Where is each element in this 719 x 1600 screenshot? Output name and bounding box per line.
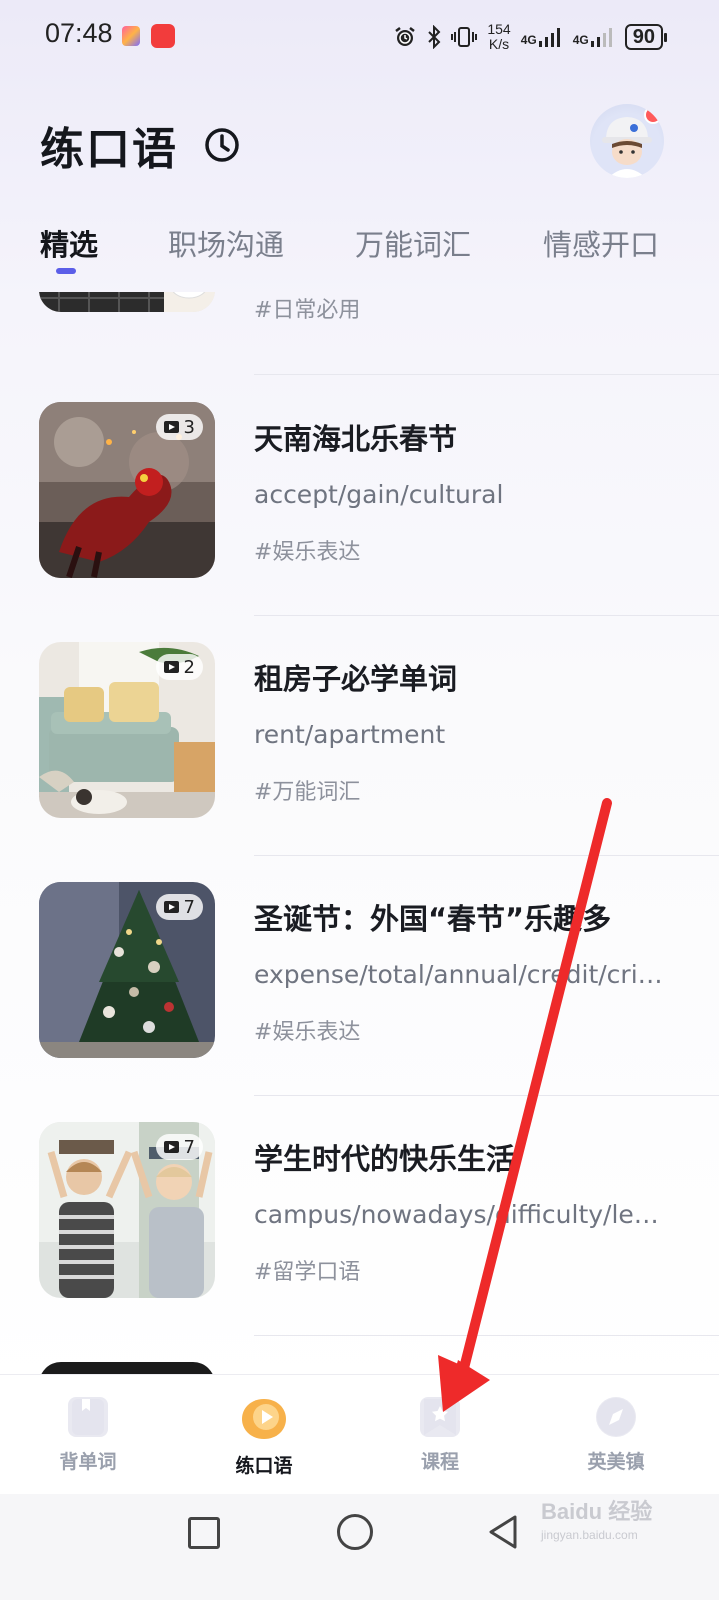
active-tab-indicator bbox=[56, 268, 76, 274]
play-bubble-icon bbox=[240, 1397, 288, 1441]
net-speed: 154 K/s bbox=[487, 21, 511, 52]
lesson-tag: #娱乐表达 bbox=[254, 1020, 361, 1045]
video-count-badge: 7 bbox=[155, 1134, 203, 1160]
list-item[interactable]: 2 租房子必学单词 rent/apartment #万能词汇 bbox=[0, 642, 719, 882]
vibrate-icon bbox=[451, 27, 478, 47]
lesson-keywords: expense/total/annual/credit/cri… bbox=[254, 960, 663, 989]
status-time: 07:48 bbox=[45, 18, 113, 48]
video-icon bbox=[163, 1141, 179, 1153]
recents-button[interactable] bbox=[188, 1517, 220, 1549]
lesson-list: #日常必用 3 天南海北乐春节 accept/gain/cultural #娱乐… bbox=[0, 292, 719, 1374]
alarm-icon bbox=[395, 27, 416, 46]
video-icon bbox=[163, 901, 179, 913]
video-icon bbox=[163, 421, 179, 433]
divider bbox=[254, 1095, 719, 1096]
lesson-keywords: rent/apartment bbox=[254, 720, 446, 749]
list-item[interactable]: 7 学生时代的快乐生活 campus/nowadays/difficulty/l… bbox=[0, 1122, 719, 1362]
lesson-title: 学生时代的快乐生活 bbox=[254, 1142, 516, 1176]
lesson-thumbnail[interactable] bbox=[39, 1362, 215, 1374]
star-bookmark-icon bbox=[420, 1397, 460, 1437]
video-count-badge: 7 bbox=[155, 894, 203, 920]
lesson-keywords: campus/nowadays/difficulty/le… bbox=[254, 1200, 659, 1229]
nav-courses[interactable]: 课程 bbox=[390, 1397, 490, 1474]
bookmark-icon bbox=[68, 1397, 108, 1437]
divider bbox=[254, 1335, 719, 1336]
clock-icon[interactable] bbox=[204, 127, 240, 163]
nav-label: 课程 bbox=[420, 1451, 459, 1473]
app-notification-icon bbox=[122, 26, 140, 46]
battery-indicator: 90 bbox=[624, 24, 668, 50]
notification-dot bbox=[644, 106, 662, 124]
lesson-tag: #日常必用 bbox=[254, 298, 361, 323]
category-tabs: 精选 职场沟通 万能词汇 情感开口 bbox=[0, 222, 719, 282]
tab-vocabulary[interactable]: 万能词汇 bbox=[355, 222, 471, 264]
lesson-thumbnail: 2 bbox=[39, 642, 215, 818]
home-button[interactable] bbox=[337, 1514, 373, 1550]
lesson-title: 圣诞节：外国“春节”乐趣多 bbox=[254, 902, 612, 936]
list-item[interactable]: 7 圣诞节：外国“春节”乐趣多 expense/total/annual/cre… bbox=[0, 882, 719, 1122]
list-item[interactable]: #日常必用 bbox=[0, 292, 719, 332]
page-header: 练口语 bbox=[40, 115, 240, 175]
signal-icon: 4G bbox=[573, 27, 615, 47]
bluetooth-icon bbox=[428, 25, 441, 49]
compass-icon bbox=[596, 1397, 636, 1437]
lesson-tag: #万能词汇 bbox=[254, 780, 361, 805]
signal-icon: 4G bbox=[521, 27, 563, 47]
nav-speaking[interactable]: 练口语 bbox=[214, 1397, 314, 1478]
page-title: 练口语 bbox=[40, 124, 178, 175]
divider bbox=[254, 615, 719, 616]
tab-emotion[interactable]: 情感开口 bbox=[543, 222, 659, 264]
lesson-tag: #娱乐表达 bbox=[254, 540, 361, 565]
watermark: Baidu 经验 jingyan.baidu.com bbox=[541, 1499, 653, 1542]
status-indicators: 154 K/s 4G 4G 90 bbox=[393, 21, 668, 52]
video-count-badge: 2 bbox=[155, 654, 203, 680]
lesson-title: 天南海北乐春节 bbox=[254, 422, 458, 456]
lesson-thumbnail bbox=[39, 292, 215, 312]
nav-label: 英美镇 bbox=[587, 1451, 645, 1473]
lesson-tag: #留学口语 bbox=[254, 1260, 361, 1285]
list-item[interactable]: 3 天南海北乐春节 accept/gain/cultural #娱乐表达 bbox=[0, 402, 719, 642]
video-icon bbox=[163, 661, 179, 673]
divider bbox=[254, 855, 719, 856]
lesson-thumbnail: 7 bbox=[39, 1122, 215, 1298]
video-count-badge: 3 bbox=[155, 414, 203, 440]
lesson-thumbnail: 3 bbox=[39, 402, 215, 578]
tab-featured[interactable]: 精选 bbox=[40, 222, 98, 264]
lesson-keywords: accept/gain/cultural bbox=[254, 480, 504, 509]
bottom-navigation: 背单词 练口语 课程 英美镇 bbox=[0, 1374, 719, 1495]
divider bbox=[254, 374, 719, 375]
avatar[interactable] bbox=[590, 104, 664, 178]
lesson-thumbnail: 7 bbox=[39, 882, 215, 1058]
tab-workplace[interactable]: 职场沟通 bbox=[168, 222, 284, 264]
nav-label: 背单词 bbox=[59, 1451, 117, 1473]
nav-label: 练口语 bbox=[235, 1455, 293, 1477]
nav-vocabulary[interactable]: 背单词 bbox=[38, 1397, 138, 1474]
status-bar: 07:48 154 K/s 4G 4G 90 bbox=[0, 0, 719, 76]
back-button[interactable] bbox=[487, 1514, 519, 1550]
lesson-title: 租房子必学单词 bbox=[254, 662, 458, 696]
nav-town[interactable]: 英美镇 bbox=[566, 1397, 666, 1474]
app-notification-icon bbox=[151, 24, 175, 48]
